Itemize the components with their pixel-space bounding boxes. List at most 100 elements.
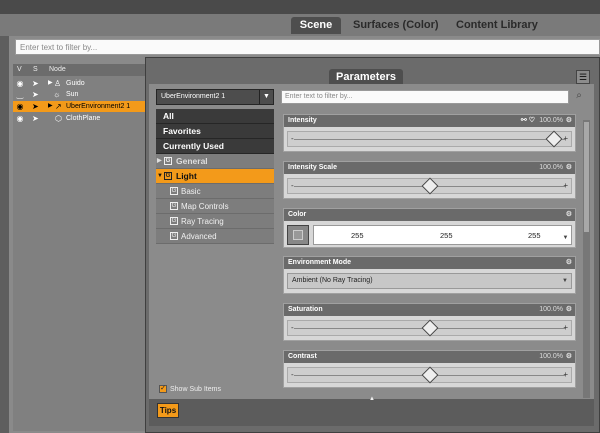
- chevron-down-icon[interactable]: ▼: [559, 274, 571, 288]
- intensity-scale-slider[interactable]: - +: [287, 177, 572, 195]
- node-select-value: UberEnvironment2 1: [161, 93, 226, 100]
- gear-icon[interactable]: ⚙: [566, 115, 572, 127]
- color-values[interactable]: 255 255 255 ▼: [313, 225, 572, 245]
- tree-row-clothplane[interactable]: ◉ ➤ ⬡ ClothPlane: [13, 113, 147, 124]
- column-visible[interactable]: V: [17, 66, 22, 73]
- scene-filter-input[interactable]: Enter text to filter by...: [15, 39, 600, 55]
- parameters-filter-input[interactable]: Enter text to filter by...: [281, 90, 569, 104]
- category-advanced[interactable]: G Advanced: [156, 229, 274, 244]
- slider-knob[interactable]: [545, 130, 563, 148]
- link-heart-icon[interactable]: ⚯ ♡: [521, 115, 535, 127]
- column-selectable[interactable]: S: [33, 66, 38, 73]
- node-select[interactable]: UberEnvironment2 1 ▼: [156, 89, 274, 105]
- chevron-down-icon[interactable]: ▼: [259, 90, 273, 104]
- eye-icon[interactable]: ◉: [15, 102, 25, 111]
- group-icon: G: [170, 187, 178, 195]
- select-arrow-icon[interactable]: ➤: [32, 78, 39, 89]
- gear-icon[interactable]: ⚙: [566, 162, 572, 174]
- tree-row-sun[interactable]: ‿ ➤ ☼ Sun: [13, 89, 147, 100]
- minus-icon[interactable]: -: [291, 370, 294, 379]
- category-favorites[interactable]: Favorites: [156, 124, 274, 139]
- plus-icon[interactable]: +: [563, 181, 568, 190]
- collapse-arrow-icon[interactable]: ▼: [157, 169, 163, 184]
- select-arrow-icon[interactable]: ➤: [32, 89, 39, 100]
- saturation-slider[interactable]: - +: [287, 319, 572, 337]
- prop-header: Color ⚙: [284, 209, 575, 221]
- color-r[interactable]: 255: [351, 231, 364, 240]
- expand-arrow-icon[interactable]: ▶: [157, 154, 162, 169]
- group-icon: G: [164, 172, 172, 180]
- gear-icon[interactable]: ⚙: [566, 351, 572, 363]
- plus-icon[interactable]: +: [563, 370, 568, 379]
- prop-environment-mode: Environment Mode ⚙ Ambient (No Ray Traci…: [283, 256, 576, 294]
- prop-header: Saturation 100.0% ⚙: [284, 304, 575, 316]
- pane-menu-icon[interactable]: ☰: [576, 70, 590, 84]
- chevron-down-icon[interactable]: ▼: [561, 235, 570, 245]
- slider-knob[interactable]: [421, 177, 438, 195]
- environment-mode-select[interactable]: Ambient (No Ray Tracing) ▼: [287, 273, 572, 289]
- scrollbar-thumb[interactable]: [584, 122, 589, 232]
- slider-knob[interactable]: [421, 366, 438, 384]
- group-icon: G: [170, 232, 178, 240]
- category-map-controls[interactable]: G Map Controls: [156, 199, 274, 214]
- prop-label: Contrast: [288, 353, 317, 360]
- tab-scene[interactable]: Scene: [291, 17, 341, 34]
- sun-icon: ☼: [53, 90, 61, 99]
- category-general[interactable]: ▶ G General: [156, 154, 274, 169]
- contrast-slider[interactable]: - +: [287, 366, 572, 384]
- prop-intensity: Intensity ⚯ ♡ 100.0% ⚙ - +: [283, 114, 576, 152]
- prop-value: 100.0%: [539, 164, 563, 171]
- eye-icon[interactable]: ◉: [15, 114, 25, 123]
- slider-track: [294, 139, 565, 140]
- tab-content-library[interactable]: Content Library: [456, 17, 538, 34]
- minus-icon[interactable]: -: [291, 134, 294, 143]
- eye-icon[interactable]: ◉: [15, 79, 25, 88]
- expand-arrow-icon[interactable]: ▶: [48, 78, 53, 89]
- prop-value: 100.0%: [539, 306, 563, 313]
- category-currently-used[interactable]: Currently Used: [156, 139, 274, 154]
- color-g[interactable]: 255: [440, 231, 453, 240]
- column-node[interactable]: Node: [49, 66, 66, 73]
- prop-color: Color ⚙ 255 255 255 ▼: [283, 208, 576, 248]
- slider-knob[interactable]: [421, 319, 438, 337]
- plus-icon[interactable]: +: [563, 323, 568, 332]
- group-icon: G: [170, 217, 178, 225]
- search-icon[interactable]: ⌕: [572, 90, 586, 104]
- prop-saturation: Saturation 100.0% ⚙ - +: [283, 303, 576, 341]
- color-b[interactable]: 255: [528, 231, 541, 240]
- category-light[interactable]: ▼ G Light: [156, 169, 274, 184]
- eye-closed-icon[interactable]: ‿: [15, 90, 25, 99]
- prop-header: Contrast 100.0% ⚙: [284, 351, 575, 363]
- select-arrow-icon[interactable]: ➤: [32, 113, 39, 124]
- minus-icon[interactable]: -: [291, 181, 294, 190]
- minus-icon[interactable]: -: [291, 323, 294, 332]
- group-icon: G: [170, 202, 178, 210]
- tab-parameters[interactable]: Parameters: [329, 69, 403, 85]
- caret-up-icon[interactable]: ▲: [369, 396, 375, 402]
- category-ray-tracing[interactable]: G Ray Tracing: [156, 214, 274, 229]
- show-sub-items-checkbox[interactable]: ✓ Show Sub Items: [159, 385, 221, 393]
- gear-icon[interactable]: ⚙: [566, 257, 572, 269]
- top-bar: [0, 0, 600, 14]
- gear-icon[interactable]: ⚙: [566, 304, 572, 316]
- plus-icon[interactable]: +: [563, 134, 568, 143]
- tips-button[interactable]: Tips: [157, 403, 179, 418]
- intensity-slider[interactable]: - +: [287, 130, 572, 148]
- color-picker[interactable]: 255 255 255 ▼: [287, 225, 572, 245]
- prop-label: Environment Mode: [288, 259, 352, 266]
- select-arrow-icon[interactable]: ➤: [32, 101, 39, 112]
- prop-value: 100.0%: [539, 117, 563, 124]
- light-icon: ↗: [55, 102, 62, 111]
- gear-icon[interactable]: ⚙: [566, 209, 572, 221]
- prop-intensity-scale: Intensity Scale 100.0% ⚙ - +: [283, 161, 576, 199]
- tree-row-guido[interactable]: ◉ ➤ ▶ ♙ Guido: [13, 78, 147, 89]
- checkmark-icon[interactable]: ✓: [159, 385, 167, 393]
- category-basic[interactable]: G Basic: [156, 184, 274, 199]
- tree-row-uberenvironment[interactable]: ◉ ➤ ▶ ↗ UberEnvironment2 1: [13, 101, 147, 112]
- category-all[interactable]: All: [156, 109, 274, 124]
- expand-arrow-icon[interactable]: ▶: [48, 101, 53, 112]
- color-swatch[interactable]: [287, 225, 309, 245]
- swatch-frame: [293, 230, 303, 240]
- prop-header: Intensity ⚯ ♡ 100.0% ⚙: [284, 115, 575, 127]
- tab-surfaces[interactable]: Surfaces (Color): [353, 17, 439, 34]
